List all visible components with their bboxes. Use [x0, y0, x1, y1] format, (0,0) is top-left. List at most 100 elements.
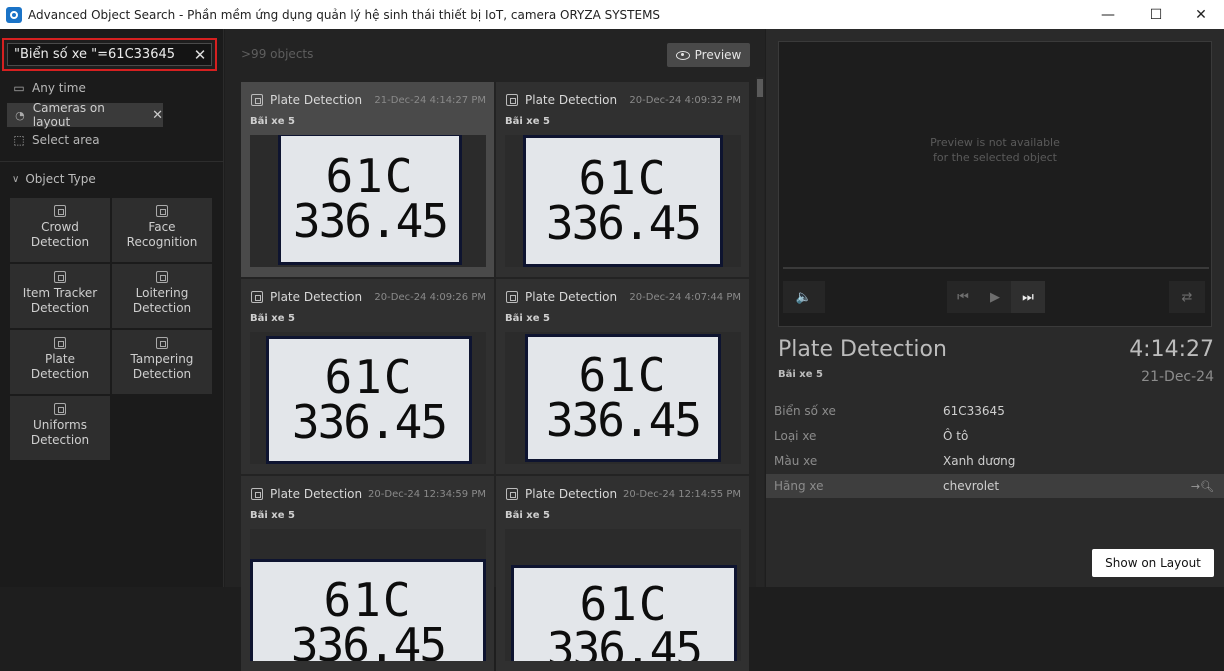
object-type-label: Object Type: [25, 172, 96, 186]
filter-any-time[interactable]: ▭ Any time: [12, 81, 86, 95]
card-timestamp: 21-Dec-24 4:14:27 PM: [374, 94, 486, 106]
property-key: Hãng xe: [774, 479, 824, 493]
object-type-label: Crowd Detection: [30, 220, 90, 249]
maximize-button[interactable]: ☐: [1133, 0, 1179, 29]
card-location: Bãi xe 5: [505, 510, 550, 521]
detail-location: Bãi xe 5: [778, 369, 823, 380]
plate-text-line2: 336.45: [292, 194, 449, 248]
result-card[interactable]: Plate Detection 20-Dec-24 12:14:55 PM Bã…: [496, 476, 749, 671]
preview-label: Preview: [694, 48, 742, 62]
plate-text-line2: 336.45: [545, 196, 702, 250]
title-bar: Advanced Object Search - Phần mềm ứng dụ…: [0, 0, 1224, 29]
plate-text-line1: 61C: [578, 348, 668, 402]
chip-icon: [156, 271, 168, 283]
detail-title: Plate Detection: [778, 337, 947, 362]
card-location: Bãi xe 5: [250, 116, 295, 127]
filter-cameras-chip[interactable]: ◔ Cameras on layout ✕: [7, 101, 163, 129]
chip-icon: [506, 488, 518, 500]
plate-thumbnail: 61C 336.45: [250, 135, 486, 267]
property-value: Ô tô: [943, 429, 969, 443]
result-card[interactable]: Plate Detection 20-Dec-24 4:09:26 PM Bãi…: [241, 279, 494, 474]
plate-thumbnail: 61C 336.45: [505, 529, 741, 661]
card-title: Plate Detection: [525, 93, 618, 107]
object-type-label: Item Tracker Detection: [22, 286, 98, 315]
search-by-value-icon[interactable]: →🔍︎: [1191, 480, 1214, 493]
object-type-label: Tampering Detection: [130, 352, 194, 381]
results-scrollbar[interactable]: [756, 77, 764, 587]
app-logo-icon: [6, 6, 22, 23]
property-row: Biển số xe 61C33645: [766, 399, 1224, 423]
show-on-layout-button[interactable]: Show on Layout: [1092, 549, 1214, 577]
card-title: Plate Detection: [525, 290, 618, 304]
plate-thumbnail: 61C 336.45: [250, 332, 486, 464]
skip-back-icon[interactable]: ⏮: [947, 281, 979, 313]
skip-forward-icon[interactable]: ⏭: [1011, 281, 1045, 313]
result-card[interactable]: Plate Detection 20-Dec-24 4:09:32 PM Bãi…: [496, 82, 749, 277]
sync-icon[interactable]: ⇄: [1169, 281, 1205, 313]
detail-panel: Preview is not available for the selecte…: [766, 29, 1224, 587]
object-type-item-tracker[interactable]: Item Tracker Detection: [10, 264, 110, 328]
plate-text-line1: 61C: [325, 149, 415, 203]
card-location: Bãi xe 5: [505, 116, 550, 127]
property-key: Biển số xe: [774, 404, 836, 418]
chip-icon: [54, 403, 66, 415]
chip-icon: [251, 291, 263, 303]
results-panel: >99 objects Preview Plate Detection 21-D…: [225, 29, 765, 671]
plate-text-line1: 61C: [579, 577, 669, 631]
plate-text-line1: 61C: [323, 573, 413, 627]
plate-text-line1: 61C: [324, 350, 414, 404]
card-title: Plate Detection: [525, 487, 618, 501]
card-title: Plate Detection: [270, 290, 363, 304]
search-value: "Biển số xe "=61C33645: [14, 47, 176, 62]
plate-text-line2: 336.45: [291, 395, 448, 449]
plate-thumbnail: 61C 336.45: [250, 529, 486, 661]
camera-icon: ◔: [15, 108, 25, 122]
object-type-uniforms[interactable]: Uniforms Detection: [10, 396, 110, 460]
object-type-label: Plate Detection: [30, 352, 90, 381]
property-key: Loại xe: [774, 429, 817, 443]
video-preview: Preview is not available for the selecte…: [778, 41, 1212, 327]
volume-icon[interactable]: 🔈: [783, 281, 825, 313]
close-window-button[interactable]: ✕: [1178, 0, 1224, 29]
plate-text-line2: 336.45: [545, 393, 702, 447]
object-type-plate[interactable]: Plate Detection: [10, 330, 110, 394]
area-select-icon: ⬚: [13, 133, 25, 147]
object-type-crowd[interactable]: Crowd Detection: [10, 198, 110, 262]
play-icon[interactable]: ▶: [979, 281, 1011, 313]
eye-icon: [675, 50, 690, 60]
result-card[interactable]: Plate Detection 20-Dec-24 12:34:59 PM Bã…: [241, 476, 494, 671]
chip-icon: [54, 271, 66, 283]
object-type-label: Loitering Detection: [132, 286, 192, 315]
scrollbar-thumb[interactable]: [757, 79, 763, 97]
plate-text-line2: 336.45: [290, 618, 447, 661]
property-key: Màu xe: [774, 454, 818, 468]
chip-icon: [54, 205, 66, 217]
card-title: Plate Detection: [270, 93, 363, 107]
property-row: Màu xe Xanh dương: [766, 449, 1224, 473]
preview-unavailable-message: Preview is not available for the selecte…: [930, 136, 1060, 164]
detail-date: 21-Dec-24: [1141, 369, 1214, 385]
chip-icon: [251, 488, 263, 500]
minimize-button[interactable]: —: [1085, 0, 1131, 29]
preview-toggle-button[interactable]: Preview: [667, 43, 750, 67]
filter-time-label: Any time: [32, 81, 86, 95]
clear-search-icon[interactable]: ✕: [189, 46, 211, 64]
property-row-highlighted[interactable]: Hãng xe chevrolet →🔍︎: [766, 474, 1224, 498]
remove-filter-icon[interactable]: ✕: [152, 108, 163, 123]
object-type-header[interactable]: ∨ Object Type: [12, 172, 96, 186]
card-location: Bãi xe 5: [250, 313, 295, 324]
filter-select-area[interactable]: ⬚ Select area: [12, 133, 99, 147]
filter-panel: "Biển số xe "=61C33645 ✕ ▭ Any time ◔ Ca…: [0, 29, 224, 587]
property-value: chevrolet: [943, 479, 1000, 493]
result-card[interactable]: Plate Detection 21-Dec-24 4:14:27 PM Bãi…: [241, 82, 494, 277]
object-type-tampering[interactable]: Tampering Detection: [112, 330, 212, 394]
result-card[interactable]: Plate Detection 20-Dec-24 4:07:44 PM Bãi…: [496, 279, 749, 474]
playback-timeline[interactable]: [783, 267, 1209, 269]
search-input[interactable]: "Biển số xe "=61C33645 ✕: [7, 43, 212, 66]
property-value: Xanh dương: [943, 454, 1016, 468]
chip-icon: [156, 337, 168, 349]
card-timestamp: 20-Dec-24 4:07:44 PM: [629, 291, 741, 303]
chip-icon: [54, 337, 66, 349]
object-type-loitering[interactable]: Loitering Detection: [112, 264, 212, 328]
object-type-face[interactable]: Face Recognition: [112, 198, 212, 262]
